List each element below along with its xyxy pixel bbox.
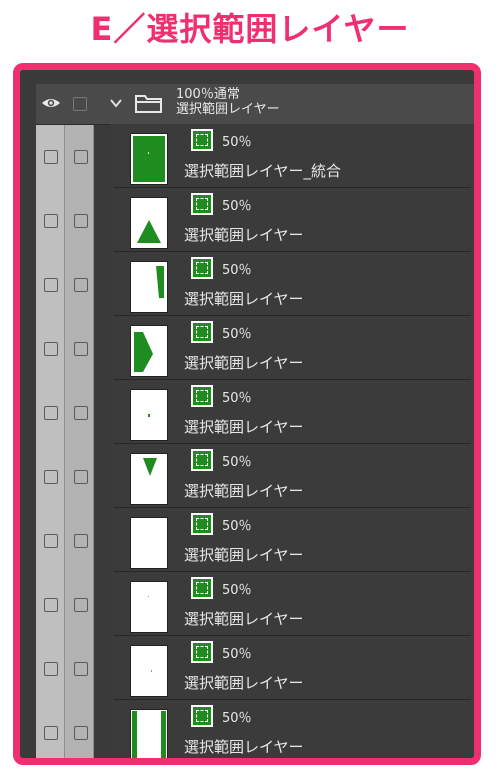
folder-name: 選択範囲レイヤー: [176, 102, 280, 117]
lock-checkbox[interactable]: [73, 97, 87, 111]
layer-row[interactable]: 50％ 選択範囲レイヤー: [36, 380, 474, 444]
selection-mask-icon: [191, 641, 213, 663]
selection-mask-icon: [191, 705, 213, 727]
layer-panel: 100％通常 選択範囲レイヤー 50％ 選択範囲レイヤー_統合 50％ 選択範囲レイヤ…: [20, 70, 474, 758]
folder-icon: [135, 95, 162, 113]
layer-row[interactable]: 50％ 選択範囲レイヤー_統合: [36, 124, 474, 188]
layer-thumbnail: [130, 709, 168, 758]
lock-checkbox[interactable]: [74, 214, 88, 228]
layer-opacity: 50％: [222, 583, 252, 598]
visibility-checkbox[interactable]: [44, 214, 58, 228]
layer-thumbnail: [130, 197, 168, 249]
selection-mask-icon: [191, 193, 213, 215]
layer-opacity: 50％: [222, 519, 252, 534]
layer-thumbnail: [130, 261, 168, 313]
layer-name: 選択範囲レイヤー: [184, 738, 304, 756]
folder-row[interactable]: 100％通常 選択範囲レイヤー: [36, 84, 474, 125]
lock-checkbox[interactable]: [74, 534, 88, 548]
layer-thumbnail: [130, 325, 168, 377]
visibility-checkbox[interactable]: [44, 406, 58, 420]
layer-name: 選択範囲レイヤー: [184, 482, 304, 500]
lock-checkbox[interactable]: [74, 406, 88, 420]
visibility-checkbox[interactable]: [44, 534, 58, 548]
folder-blend-mode: 100％通常: [176, 87, 240, 102]
layer-name: 選択範囲レイヤー: [184, 290, 304, 308]
layer-row[interactable]: 50％ 選択範囲レイヤー: [36, 444, 474, 508]
layer-panel-frame: 100％通常 選択範囲レイヤー 50％ 選択範囲レイヤー_統合 50％ 選択範囲レイヤ…: [13, 63, 481, 765]
layer-opacity: 50％: [222, 199, 252, 214]
layer-thumbnail: [130, 517, 168, 569]
eye-icon[interactable]: [41, 96, 61, 110]
row-divider: [114, 763, 471, 764]
lock-checkbox[interactable]: [74, 598, 88, 612]
layer-row[interactable]: 50％ 選択範囲レイヤー: [36, 252, 474, 316]
folder-label: 100％通常 選択範囲レイヤー: [176, 87, 280, 117]
layer-opacity: 50％: [222, 455, 252, 470]
layer-thumbnail: [130, 645, 168, 697]
selection-mask-icon: [191, 449, 213, 471]
layer-row[interactable]: 50％ 選択範囲レイヤー: [36, 508, 474, 572]
layer-opacity: 50％: [222, 391, 252, 406]
lock-checkbox[interactable]: [74, 726, 88, 740]
layer-thumbnail: [130, 389, 168, 441]
page-heading: E／選択範囲レイヤー: [90, 10, 410, 48]
layer-thumbnail: [130, 133, 168, 185]
visibility-checkbox[interactable]: [44, 598, 58, 612]
layer-name: 選択範囲レイヤー: [184, 546, 304, 564]
layer-thumbnail: [130, 453, 168, 505]
layer-row[interactable]: 50％ 選択範囲レイヤー: [36, 700, 474, 764]
visibility-checkbox[interactable]: [44, 342, 58, 356]
visibility-checkbox[interactable]: [44, 470, 58, 484]
chevron-down-icon[interactable]: [110, 98, 122, 108]
visibility-checkbox[interactable]: [44, 726, 58, 740]
layer-opacity: 50％: [222, 263, 252, 278]
selection-mask-icon: [191, 513, 213, 535]
layer-opacity: 50％: [222, 327, 252, 342]
layer-opacity: 50％: [222, 711, 252, 726]
lock-checkbox[interactable]: [74, 342, 88, 356]
layer-thumbnail: [130, 581, 168, 633]
layer-row[interactable]: 50％ 選択範囲レイヤー: [36, 188, 474, 252]
selection-mask-icon: [191, 257, 213, 279]
layer-opacity: 50％: [222, 135, 252, 150]
layer-row[interactable]: 50％ 選択範囲レイヤー: [36, 636, 474, 700]
layer-name: 選択範囲レイヤー: [184, 610, 304, 628]
visibility-checkbox[interactable]: [44, 662, 58, 676]
selection-mask-icon: [191, 129, 213, 151]
visibility-checkbox[interactable]: [44, 150, 58, 164]
lock-checkbox[interactable]: [74, 150, 88, 164]
lock-checkbox[interactable]: [74, 470, 88, 484]
lock-checkbox[interactable]: [74, 662, 88, 676]
selection-mask-icon: [191, 577, 213, 599]
lock-checkbox[interactable]: [74, 278, 88, 292]
layer-row[interactable]: 50％ 選択範囲レイヤー: [36, 572, 474, 636]
layer-name: 選択範囲レイヤー: [184, 226, 304, 244]
layer-name: 選択範囲レイヤー_統合: [184, 162, 342, 180]
visibility-checkbox[interactable]: [44, 278, 58, 292]
layer-name: 選択範囲レイヤー: [184, 674, 304, 692]
layer-name: 選択範囲レイヤー: [184, 418, 304, 436]
selection-mask-icon: [191, 321, 213, 343]
selection-mask-icon: [191, 385, 213, 407]
layer-row[interactable]: 50％ 選択範囲レイヤー: [36, 316, 474, 380]
layer-opacity: 50％: [222, 647, 252, 662]
layer-name: 選択範囲レイヤー: [184, 354, 304, 372]
